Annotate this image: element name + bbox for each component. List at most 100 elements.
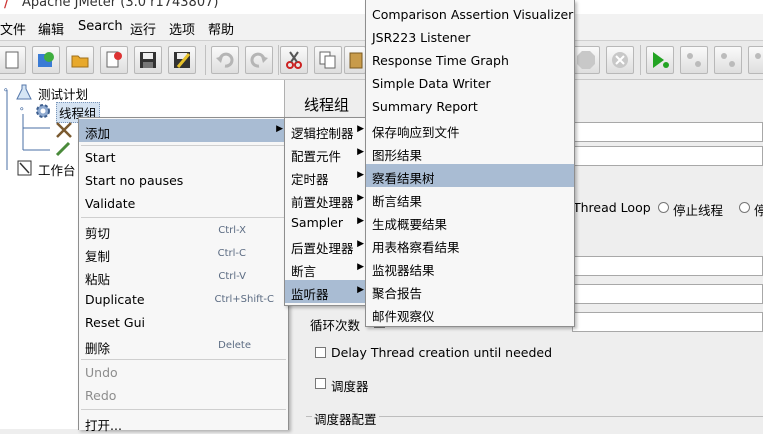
menu-search[interactable]: Search — [78, 19, 123, 34]
expand-toggle-icon[interactable]: ⚬ — [18, 105, 26, 115]
listener-save-responses[interactable]: 保存响应到文件 — [366, 118, 574, 141]
submenu-logic-controller[interactable]: 逻辑控制器 ▶ — [285, 119, 369, 142]
undo-button[interactable] — [211, 46, 239, 74]
ramp-up-field[interactable] — [572, 284, 763, 304]
new-file-icon — [5, 51, 19, 69]
save-button[interactable] — [134, 46, 162, 74]
menu-file[interactable]: 文件 — [0, 19, 26, 38]
listener-comparison-assertion-visualizer[interactable]: Comparison Assertion Visualizer — [366, 3, 574, 26]
remote-stop-button[interactable] — [680, 46, 708, 74]
listener-graph-results[interactable]: 图形结果 — [366, 141, 574, 164]
submenu-timer[interactable]: 定时器 ▶ — [285, 165, 369, 188]
menu-item-start-no-pauses[interactable]: Start no pauses — [79, 169, 288, 192]
submenu-assertion[interactable]: 断言 ▶ — [285, 257, 369, 280]
menu-item-reset-gui[interactable]: Reset Gui — [79, 311, 288, 334]
submenu-arrow-icon: ▶ — [357, 216, 364, 226]
listener-view-results-tree[interactable]: 察看结果树 — [366, 164, 574, 187]
clear-icon — [755, 53, 761, 59]
copy-button[interactable] — [314, 46, 342, 74]
clear-button[interactable] — [748, 46, 763, 74]
open-button[interactable] — [66, 46, 94, 74]
remote-start-icon — [653, 52, 669, 68]
cut-button[interactable] — [280, 46, 308, 74]
submenu-post-processor[interactable]: 后置处理器 ▶ — [285, 234, 369, 257]
listener-monitor-results[interactable]: 监视器结果 — [366, 256, 574, 279]
menu-edit[interactable]: 编辑 — [38, 19, 64, 38]
save-icon — [140, 52, 156, 68]
submenu-listener[interactable]: 监听器 ▶ — [285, 280, 369, 303]
stop-test-label: 停 — [754, 203, 763, 218]
thread-group-gear-icon — [36, 104, 50, 118]
listener-generate-summary[interactable]: 生成概要结果 — [366, 210, 574, 233]
stop-thread-radio[interactable] — [658, 202, 669, 213]
tree-node-test-plan[interactable]: 测试计划 — [38, 84, 88, 103]
menu-item-delete[interactable]: 删除 Delete — [79, 334, 288, 357]
menu-item-paste[interactable]: 粘贴 Ctrl-V — [79, 265, 288, 288]
stop-thread-label: 停止线程 — [673, 203, 724, 218]
close-button[interactable] — [100, 46, 128, 74]
menu-item-open[interactable]: 打开... — [79, 411, 288, 434]
paste-icon — [349, 52, 363, 69]
save-as-button[interactable] — [168, 46, 196, 74]
loop-count-field[interactable] — [572, 312, 763, 332]
listener-submenu: Comparison Assertion Visualizer JSR223 L… — [365, 0, 575, 327]
folder-open-icon — [71, 55, 89, 68]
menu-item-start[interactable]: Start — [79, 146, 288, 169]
menu-run[interactable]: 运行 — [130, 19, 156, 38]
expand-toggle-icon[interactable]: ⚬ — [2, 86, 10, 96]
save-as-icon — [174, 52, 191, 68]
listener-aggregate-report[interactable]: 聚合报告 — [366, 279, 574, 302]
thread-count-field[interactable] — [572, 256, 763, 276]
name-field[interactable] — [572, 122, 763, 142]
shutdown-button[interactable] — [606, 46, 634, 74]
menu-options[interactable]: 选项 — [169, 19, 195, 38]
listener-jsr223[interactable]: JSR223 Listener — [366, 26, 574, 49]
menu-item-duplicate[interactable]: Duplicate Ctrl+Shift-C — [79, 288, 288, 311]
submenu-arrow-icon: ▶ — [357, 262, 364, 272]
close-file-icon — [106, 51, 122, 68]
menu-item-redo[interactable]: Redo — [79, 384, 288, 407]
undo-icon — [216, 52, 234, 68]
submenu-arrow-icon: ▶ — [357, 147, 364, 157]
listener-mailer-visualizer[interactable]: 邮件观察仪 — [366, 302, 574, 325]
submenu-arrow-icon: ▶ — [357, 239, 364, 249]
stop-icon — [577, 51, 595, 69]
listener-assertion-results[interactable]: 断言结果 — [366, 187, 574, 210]
remote-exit-icon — [721, 53, 735, 67]
window-title: Apache JMeter (3.0 r1743807) — [22, 0, 219, 10]
menu-item-add[interactable]: 添加 ▶ — [79, 119, 288, 142]
scheduler-checkbox[interactable] — [315, 378, 326, 389]
submenu-sampler[interactable]: Sampler ▶ — [285, 211, 369, 234]
new-button[interactable] — [0, 46, 26, 74]
stop-button[interactable] — [572, 46, 600, 74]
toolbar-separator — [640, 45, 641, 75]
listener-summary-report[interactable]: Summary Report — [366, 95, 574, 118]
menu-item-undo[interactable]: Undo — [79, 361, 288, 384]
delay-thread-checkbox[interactable] — [315, 347, 326, 358]
remote-start-button[interactable] — [646, 46, 674, 74]
submenu-config-element[interactable]: 配置元件 ▶ — [285, 142, 369, 165]
comments-field[interactable] — [572, 146, 763, 166]
dropper-icon — [55, 141, 71, 157]
listener-response-time-graph[interactable]: Response Time Graph — [366, 49, 574, 72]
paste-button[interactable] — [344, 46, 366, 74]
jmeter-logo-icon: / — [4, 0, 9, 10]
shutdown-icon — [612, 52, 628, 68]
menu-item-copy[interactable]: 复制 Ctrl-C — [79, 242, 288, 265]
menu-help[interactable]: 帮助 — [208, 19, 234, 38]
tools-icon — [56, 122, 72, 138]
menu-item-cut[interactable]: 剪切 Ctrl-X — [79, 219, 288, 242]
stop-test-radio[interactable] — [739, 202, 750, 213]
listener-simple-data-writer[interactable]: Simple Data Writer — [366, 72, 574, 95]
thread-loop-label: Thread Loop — [573, 200, 651, 215]
tree-node-workbench[interactable]: 工作台 — [38, 160, 76, 179]
listener-view-results-table[interactable]: 用表格察看结果 — [366, 233, 574, 256]
submenu-arrow-icon: ▶ — [357, 170, 364, 180]
redo-button[interactable] — [245, 46, 273, 74]
workbench-icon — [17, 160, 32, 176]
submenu-pre-processor[interactable]: 前置处理器 ▶ — [285, 188, 369, 211]
menu-item-validate[interactable]: Validate — [79, 192, 288, 215]
remote-exit-button[interactable] — [714, 46, 742, 74]
templates-button[interactable] — [32, 46, 60, 74]
submenu-arrow-icon: ▶ — [357, 124, 364, 134]
